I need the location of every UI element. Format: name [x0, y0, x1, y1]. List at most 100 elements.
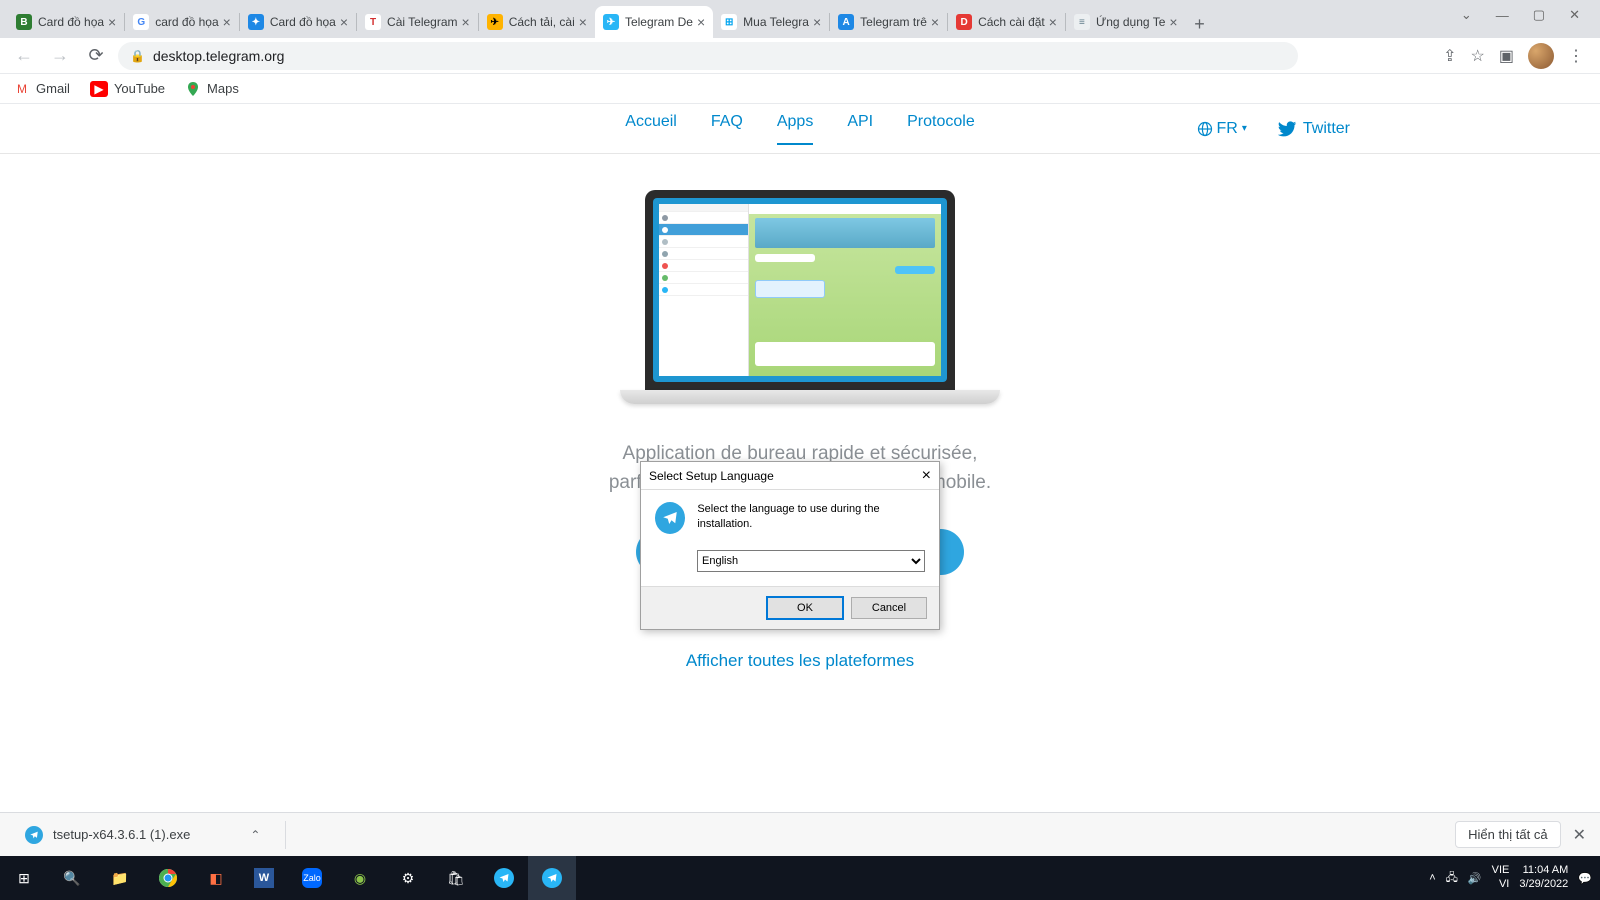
tray-chevron-icon[interactable]: ˄ [1429, 872, 1435, 884]
cancel-button[interactable]: Cancel [851, 597, 927, 619]
browser-tab[interactable]: ✦ Card đồ họa × [240, 6, 356, 38]
zalo-icon: Zalo [302, 868, 322, 888]
nav-api[interactable]: API [847, 113, 873, 145]
dialog-title: Select Setup Language [649, 469, 922, 483]
forward-button[interactable]: → [46, 42, 74, 70]
download-shelf: tsetup-x64.3.6.1 (1).exe ⌃ Hiển thị tất … [0, 812, 1600, 856]
tab-title: Telegram De [625, 15, 693, 29]
chrome-button[interactable] [144, 856, 192, 900]
nav-apps[interactable]: Apps [777, 113, 813, 145]
nav-faq[interactable]: FAQ [711, 113, 743, 145]
new-tab-button[interactable]: + [1186, 10, 1214, 38]
tab-title: Card đồ họa [38, 15, 104, 29]
ok-button[interactable]: OK [767, 597, 843, 619]
telegram-button-1[interactable] [480, 856, 528, 900]
tab-close-icon[interactable]: × [931, 14, 939, 30]
dialog-close-icon[interactable]: × [922, 467, 931, 485]
tab-title: card đồ họa [155, 15, 218, 29]
zalo-button[interactable]: Zalo [288, 856, 336, 900]
system-tray[interactable]: ˄ 🖧 🔊 VIE VI 11:04 AM 3/29/2022 💬 [1429, 864, 1600, 892]
window-dropdown-icon[interactable]: ⌄ [1461, 7, 1472, 23]
windows-icon: ⊞ [13, 867, 35, 889]
browser-tab[interactable]: ≡Ứng dụng Te× [1066, 6, 1186, 38]
back-button[interactable]: ← [10, 42, 38, 70]
platforms-link[interactable]: Afficher toutes les plateformes [0, 651, 1600, 671]
search-icon: 🔍 [61, 867, 83, 889]
ime-indicator[interactable]: VIE VI [1492, 864, 1510, 892]
volume-icon[interactable]: 🔊 [1468, 872, 1482, 885]
network-icon[interactable]: 🖧 [1446, 869, 1458, 888]
language-select[interactable]: English [697, 550, 925, 572]
bookmark-maps[interactable]: Maps [185, 81, 239, 97]
window-maximize-icon[interactable]: ▢ [1533, 7, 1545, 23]
browser-tab[interactable]: A Telegram trê × [830, 6, 947, 38]
omnibox[interactable]: 🔒 desktop.telegram.org [118, 42, 1298, 70]
tab-title: Card đồ họa [270, 15, 336, 29]
nav-protocole[interactable]: Protocole [907, 113, 975, 145]
share-icon[interactable]: ⇪ [1443, 46, 1456, 66]
tab-close-icon[interactable]: × [1049, 14, 1057, 30]
clock[interactable]: 11:04 AM 3/29/2022 [1519, 864, 1568, 892]
twitter-link[interactable]: Twitter [1277, 119, 1350, 139]
reload-button[interactable]: ⟳ [82, 42, 110, 70]
browser-tab[interactable]: ✈Telegram De× [595, 6, 713, 38]
browser-tab[interactable]: ⊞Mua Telegra× [713, 6, 829, 38]
chrome-icon [157, 867, 179, 889]
nav-accueil[interactable]: Accueil [625, 113, 677, 145]
browser-tab[interactable]: BCard đồ họa× [8, 6, 124, 38]
bookmark-youtube[interactable]: ▶ YouTube [90, 81, 165, 97]
telegram-file-icon [25, 826, 43, 844]
search-button[interactable]: 🔍 [48, 856, 96, 900]
browser-tab[interactable]: TCài Telegram× [357, 6, 478, 38]
close-shelf-icon[interactable]: ✕ [1573, 825, 1586, 845]
dialog-titlebar[interactable]: Select Setup Language × [641, 462, 939, 490]
language-switcher[interactable]: FR ▾ [1197, 120, 1247, 138]
tab-close-icon[interactable]: × [813, 14, 821, 30]
window-minimize-icon[interactable]: — [1496, 8, 1509, 23]
favicon: ✦ [248, 14, 264, 30]
folder-icon: 📁 [109, 867, 131, 889]
tab-close-icon[interactable]: × [697, 14, 705, 30]
window-close-icon[interactable]: ✕ [1569, 7, 1580, 23]
tab-close-icon[interactable]: × [1169, 14, 1177, 30]
app-button-1[interactable]: ◧ [192, 856, 240, 900]
app-button-2[interactable]: ◉ [336, 856, 384, 900]
favicon: A [838, 14, 854, 30]
tab-close-icon[interactable]: × [579, 14, 587, 30]
dialog-message: Select the language to use during the in… [697, 502, 925, 532]
store-button[interactable]: 🛍 [432, 856, 480, 900]
tab-close-icon[interactable]: × [108, 14, 116, 30]
url-text: desktop.telegram.org [153, 48, 285, 64]
tab-close-icon[interactable]: × [223, 14, 231, 30]
start-button[interactable]: ⊞ [0, 856, 48, 900]
download-item[interactable]: tsetup-x64.3.6.1 (1).exe ⌃ [14, 821, 271, 849]
browser-tab[interactable]: DCách cài đặt× [948, 6, 1065, 38]
favicon: ≡ [1074, 14, 1090, 30]
lang-label: FR [1217, 120, 1238, 138]
notifications-icon[interactable]: 💬 [1578, 872, 1592, 885]
bookmark-label: Gmail [36, 81, 70, 96]
show-all-downloads-button[interactable]: Hiển thị tất cả [1455, 821, 1561, 848]
favicon: ⊞ [721, 14, 737, 30]
telegram-icon [542, 868, 562, 888]
tab-strip: BCard đồ họa×Gcard đồ họa×✦Card đồ họa×T… [0, 0, 1600, 38]
word-button[interactable]: W [240, 856, 288, 900]
site-nav: Accueil FAQ Apps API Protocole FR ▾ Twit… [0, 104, 1600, 154]
browser-tab[interactable]: ✈Cách tải, cài× [479, 6, 595, 38]
explorer-button[interactable]: 📁 [96, 856, 144, 900]
chrome-menu-icon[interactable]: ⋮ [1568, 46, 1584, 66]
settings-button[interactable]: ⚙ [384, 856, 432, 900]
profile-avatar[interactable] [1528, 43, 1554, 69]
telegram-icon [655, 502, 685, 534]
tab-close-icon[interactable]: × [462, 14, 470, 30]
tab-close-icon[interactable]: × [340, 14, 348, 30]
telegram-button-2[interactable] [528, 856, 576, 900]
browser-tab[interactable]: Gcard đồ họa× [125, 6, 239, 38]
setup-language-dialog: Select Setup Language × Select the langu… [640, 461, 940, 630]
bookmark-gmail[interactable]: M Gmail [14, 81, 70, 97]
chevron-up-icon[interactable]: ⌃ [250, 828, 260, 842]
telegram-icon [494, 868, 514, 888]
tab-title: Telegram trê [860, 15, 927, 29]
sidepanel-icon[interactable]: ▣ [1499, 46, 1514, 66]
bookmark-star-icon[interactable]: ☆ [1471, 46, 1485, 66]
